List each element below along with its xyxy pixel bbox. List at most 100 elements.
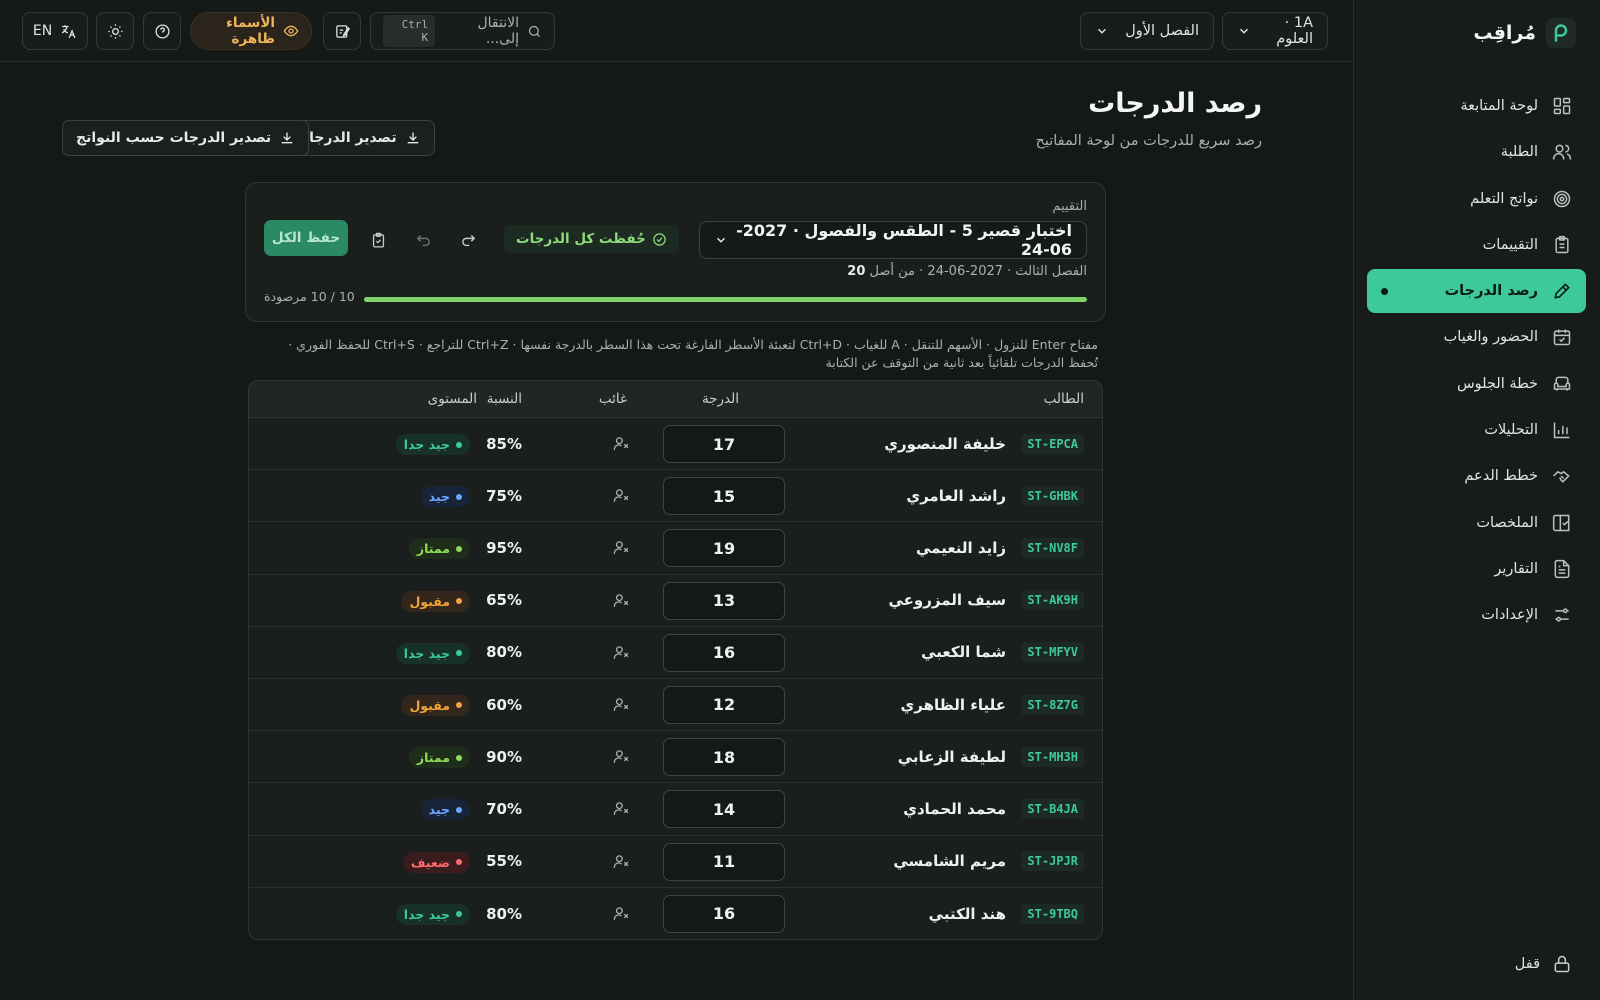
sidebar-item-label: الطلبة: [1500, 144, 1538, 161]
lock-button[interactable]: قفل: [1515, 954, 1572, 974]
mark-absent-button[interactable]: [613, 627, 630, 678]
sidebar-item-dashboard[interactable]: لوحة المتابعة: [1367, 84, 1586, 128]
undo-button[interactable]: [408, 225, 438, 255]
student-id: ST-B4JA: [1021, 783, 1084, 834]
paste-button[interactable]: [363, 225, 393, 255]
sidebar-item-outcomes[interactable]: نواتج التعلم: [1367, 177, 1586, 221]
student-id: ST-MFYV: [1021, 627, 1084, 678]
level-dot: [456, 441, 462, 448]
grade-percent: 75%: [486, 486, 522, 505]
level-badge: ممتاز: [408, 538, 470, 560]
export-by-outcomes-label: تصدير الدرجات حسب النواتج: [76, 130, 272, 146]
names-visible-toggle[interactable]: الأسماء ظاهرة: [190, 12, 312, 50]
grade-input[interactable]: 16: [663, 633, 785, 672]
export-by-outcomes-button[interactable]: تصدير الدرجات حسب النواتج: [62, 120, 310, 156]
grade-percent: 95%: [486, 538, 522, 557]
eye-icon: [283, 23, 299, 39]
chevron-down-icon: [1237, 24, 1251, 38]
sidebar-item-assessments[interactable]: التقييمات: [1367, 223, 1586, 267]
mark-absent-button[interactable]: [613, 836, 630, 887]
mark-absent-button[interactable]: [613, 679, 630, 730]
redo-button[interactable]: [453, 225, 483, 255]
mark-absent-button[interactable]: [613, 731, 630, 782]
student-name: محمد الحمادي: [903, 799, 1006, 818]
mark-absent-button[interactable]: [613, 470, 630, 521]
save-all-button[interactable]: حفظ الكل: [264, 220, 348, 256]
lock-icon: [1552, 954, 1572, 974]
grade-input[interactable]: 13: [663, 581, 785, 620]
mark-absent-button[interactable]: [613, 418, 630, 469]
theme-toggle[interactable]: [96, 12, 134, 50]
saved-status: حُفظت كل الدرجات: [504, 225, 679, 253]
redo-icon: [460, 232, 477, 249]
grade-input[interactable]: 19: [663, 529, 785, 568]
level-label: جيد جدا: [403, 906, 450, 922]
user-x-icon: [613, 435, 630, 452]
level-badge: جيد جدا: [395, 642, 470, 664]
table-row: ST-JPJR مريم الشامسي 11 55% ضعيف: [249, 836, 1102, 888]
brand[interactable]: مُراقِب: [1473, 18, 1576, 48]
student-name: راشد العامري: [906, 486, 1006, 505]
sidebar-item-gradebook[interactable]: رصد الدرجات: [1367, 269, 1586, 314]
level-badge: جيد جدا: [395, 434, 470, 455]
sidebar-item-reports[interactable]: التقارير: [1367, 547, 1586, 591]
sidebar-item-settings[interactable]: الإعدادات: [1367, 593, 1586, 637]
clipboard-icon: [1552, 235, 1572, 255]
table-row: ST-B4JA محمد الحمادي 14 70% جيد: [249, 783, 1102, 836]
table-row: ST-8Z7G علياء الظاهري 12 60% مقبول: [249, 679, 1102, 732]
sidebar-item-analytics[interactable]: التحليلات: [1367, 408, 1586, 452]
compose-button[interactable]: [323, 12, 361, 50]
grade-input[interactable]: 12: [663, 685, 785, 724]
help-icon: [154, 23, 171, 40]
header-grade: الدرجة: [701, 391, 739, 407]
grade-input[interactable]: 16: [663, 894, 785, 933]
mark-absent-button[interactable]: [613, 783, 630, 834]
grade-input[interactable]: 18: [663, 738, 785, 777]
header-level: المستوى: [427, 391, 477, 407]
progress-bar: [364, 297, 1087, 302]
sidebar-item-support-plans[interactable]: خطط الدعم: [1367, 454, 1586, 498]
sidebar-item-students[interactable]: الطلبة: [1367, 130, 1586, 174]
sidebar: مُراقِب لوحة المتابعة الطلبة نواتج التعل…: [1353, 0, 1600, 1000]
table-row: ST-EPCA خليفة المنصوري 17 85% جيد جدا: [249, 418, 1102, 471]
student-name: زايد النعيمي: [915, 538, 1006, 557]
logo-icon: [1546, 18, 1576, 48]
grade-input[interactable]: 15: [663, 477, 785, 516]
term-select[interactable]: الفصل الأول: [1080, 12, 1214, 50]
grade-input[interactable]: 11: [663, 842, 785, 881]
sidebar-item-label: التحليلات: [1484, 422, 1538, 439]
handshake-icon: [1552, 466, 1572, 486]
level-label: مقبول: [409, 593, 450, 609]
grade-percent: 55%: [486, 852, 522, 871]
level-dot: [456, 702, 462, 709]
mark-absent-button[interactable]: [613, 522, 630, 573]
user-x-icon: [613, 696, 630, 713]
help-button[interactable]: [143, 12, 181, 50]
assessment-label: التقييم: [1052, 199, 1087, 214]
student-name: علياء الظاهري: [900, 695, 1006, 714]
sidebar-item-seating[interactable]: خطة الجلوس: [1367, 362, 1586, 406]
level-label: جيد: [428, 489, 450, 505]
user-x-icon: [613, 487, 630, 504]
mark-absent-button[interactable]: [613, 888, 630, 939]
level-dot: [456, 754, 462, 761]
keyboard-hint: مفتاح Enter للنزول · الأسهم للتنقل · A ل…: [288, 337, 1098, 370]
sidebar-item-attendance[interactable]: الحضور والغياب: [1367, 315, 1586, 359]
sidebar-item-summaries[interactable]: الملخصات: [1367, 501, 1586, 545]
level-label: جيد جدا: [403, 645, 450, 661]
grade-input[interactable]: 14: [663, 790, 785, 829]
assessment-select[interactable]: اختبار قصير 5 - الطقس والفصول · 2027-06-…: [699, 221, 1087, 259]
class-select-value: 1A · العلوم: [1276, 15, 1313, 47]
level-label: ضعيف: [410, 854, 450, 870]
undo-icon: [415, 232, 432, 249]
sidebar-item-label: الإعدادات: [1481, 607, 1538, 624]
mark-absent-button[interactable]: [613, 575, 630, 626]
grade-input[interactable]: 17: [663, 425, 785, 463]
class-select[interactable]: 1A · العلوم: [1222, 12, 1328, 50]
topbar: 1A · العلوم الفصل الأول الانتقال إلى... …: [0, 0, 1352, 62]
level-dot: [456, 859, 462, 865]
language-toggle[interactable]: EN: [22, 12, 88, 50]
student-id: ST-JPJR: [1021, 836, 1084, 887]
command-search[interactable]: الانتقال إلى... Ctrl K: [370, 12, 555, 50]
search-placeholder: الانتقال إلى...: [477, 15, 519, 47]
